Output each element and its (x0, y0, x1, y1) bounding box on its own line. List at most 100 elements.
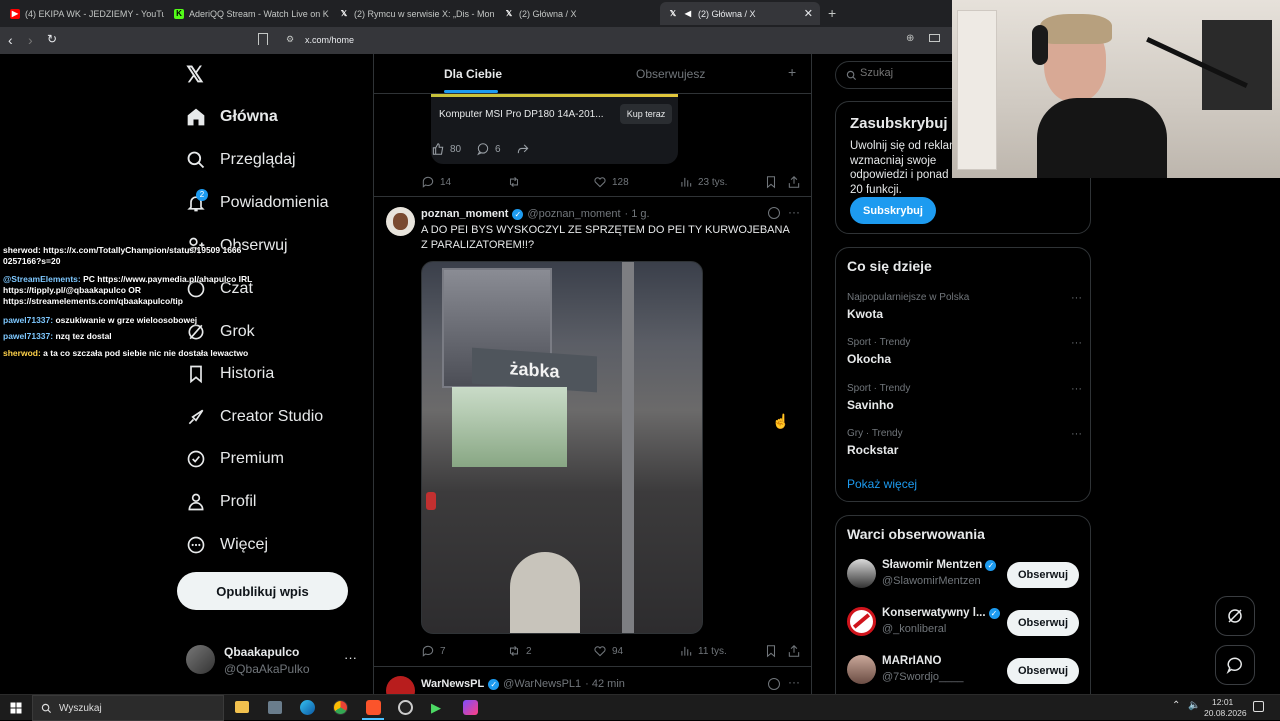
ad-card[interactable]: Komputer MSI Pro DP180 14A-201... Kup te… (431, 94, 678, 164)
follow-suggestion[interactable]: Sławomir Mentzen ✓ @SlawomirMentzen (847, 559, 1007, 589)
browser-tab-kick[interactable]: K AderiQQ Stream - Watch Live on Kick (166, 2, 329, 25)
subscribe-button[interactable]: Subskrybuj (850, 197, 936, 224)
repost-button[interactable]: 2 (507, 644, 532, 658)
browser-tab-x-rymcu[interactable]: 𝕏 (2) Rymcu w serwisie X: „Dis - Monst (331, 2, 494, 25)
sidebar-item-profile[interactable]: Profil (186, 492, 256, 512)
add-tab-icon[interactable]: + (788, 64, 796, 80)
app-icon[interactable] (463, 700, 478, 715)
notifications-icon[interactable] (1253, 701, 1264, 712)
trend-item[interactable]: Najpopularniejsze w Polska Kwota ··· (847, 292, 1082, 321)
back-icon[interactable]: ‹ (8, 32, 13, 48)
browser-tab-x-home-active[interactable]: 𝕏 ◀ (2) Główna / X ✕ (660, 2, 820, 25)
volume-icon[interactable]: 🔈 (1188, 700, 1200, 711)
trend-item[interactable]: Sport · Trendy Savinho ··· (847, 383, 1082, 412)
ad-comment-button[interactable]: 6 (476, 142, 501, 156)
browser-tab-youtube[interactable]: ▶ (4) EKIPA WK - JEDZIEMY - YouTube (2, 2, 164, 25)
grok-floating-button[interactable] (1215, 596, 1255, 636)
sidebar-item-notifications[interactable]: Powiadomienia 2 (186, 189, 329, 213)
trend-more-icon[interactable]: ··· (1071, 383, 1082, 395)
sidebar-item-label: Powiadomienia (220, 194, 329, 211)
ad-share-button[interactable] (516, 142, 530, 156)
messages-floating-button[interactable] (1215, 645, 1255, 685)
avatar (847, 655, 876, 684)
tab-following[interactable]: Obserwujesz (636, 67, 705, 81)
reply-count: 7 (440, 645, 446, 657)
trend-more-icon[interactable]: ··· (1071, 428, 1082, 440)
tab-for-you[interactable]: Dla Ciebie (444, 67, 502, 81)
follow-button[interactable]: Obserwuj (1007, 610, 1079, 636)
search-input[interactable] (860, 67, 960, 79)
post-author[interactable]: WarNewsPL ✓ @WarNewsPL1 · 42 min (421, 678, 625, 690)
sidebar-item-bookmarks[interactable]: Historia (186, 364, 274, 384)
post-video[interactable]: żabka (421, 261, 703, 634)
post-avatar[interactable] (386, 676, 415, 694)
chrome-icon[interactable] (333, 700, 348, 715)
suggestion-name-row: Konserwatywny l... ✓ (882, 607, 1000, 619)
site-info-icon[interactable]: ⚙ (286, 34, 294, 45)
post-more-icon[interactable]: ··· (788, 675, 800, 689)
follow-button[interactable]: Obserwuj (1007, 562, 1079, 588)
bookmark-star-icon[interactable] (258, 33, 268, 45)
youtube-icon: ▶ (10, 8, 20, 19)
forward-icon[interactable]: › (28, 32, 33, 48)
share-button[interactable] (787, 175, 801, 189)
post-button[interactable]: Opublikuj wpis (177, 572, 348, 610)
reply-button[interactable]: 14 (421, 175, 451, 189)
trend-item[interactable]: Sport · Trendy Okocha ··· (847, 337, 1082, 366)
ad-like-button[interactable]: 80 (431, 142, 461, 156)
views-button[interactable]: 23 tys. (679, 175, 727, 189)
obs-icon[interactable] (398, 700, 413, 715)
trend-item[interactable]: Gry · Trendy Rockstar ··· (847, 428, 1082, 457)
reply-button[interactable]: 7 (421, 644, 446, 658)
x-logo-icon[interactable]: 𝕏 (186, 62, 204, 88)
reload-icon[interactable]: ↻ (47, 32, 57, 46)
more-dots-icon[interactable]: ··· (344, 650, 357, 665)
repost-count: 2 (526, 645, 532, 657)
taskbar-search-label: Wyszukaj (59, 703, 102, 714)
follow-button[interactable]: Obserwuj (1007, 658, 1079, 684)
share-button[interactable] (787, 644, 801, 658)
url-field[interactable]: x.com/home (305, 35, 354, 45)
cast-icon[interactable] (929, 34, 940, 42)
repost-button[interactable] (507, 175, 521, 189)
tray-chevron-icon[interactable]: ⌃ (1172, 700, 1180, 711)
new-tab-button[interactable]: + (828, 5, 836, 21)
buy-now-button[interactable]: Kup teraz (620, 104, 672, 124)
follow-suggestion[interactable]: MARrIANO @7Swordjo____ (847, 655, 1007, 685)
bookmark-button[interactable] (764, 644, 778, 658)
clock-time[interactable]: 12:01 (1212, 697, 1233, 707)
sidebar-item-home[interactable]: Główna (186, 107, 278, 127)
taskbar-search[interactable]: Wyszukaj (32, 695, 224, 721)
bookmark-button[interactable] (764, 175, 778, 189)
file-explorer-icon[interactable] (235, 701, 249, 713)
sidebar-item-explore[interactable]: Przeglądaj (186, 150, 296, 170)
edge-icon[interactable] (300, 700, 315, 715)
account-switcher[interactable]: Qbaakapulco @QbaAkaPulko ··· (186, 645, 366, 679)
like-button[interactable]: 128 (593, 175, 629, 189)
follow-suggestion[interactable]: Konserwatywny l... ✓ @_konliberal (847, 607, 1007, 637)
app-icon[interactable] (268, 701, 282, 714)
sidebar-item-more[interactable]: Więcej (186, 535, 268, 555)
post-more-icon[interactable]: ··· (788, 205, 800, 219)
grok-action-icon[interactable] (768, 678, 780, 690)
trend-more-icon[interactable]: ··· (1071, 292, 1082, 304)
windows-start-icon[interactable] (10, 702, 22, 714)
media-player-icon[interactable]: ▶ (431, 700, 441, 716)
close-icon[interactable]: ✕ (804, 7, 813, 20)
like-button[interactable]: 94 (593, 644, 623, 658)
sidebar-item-creator-studio[interactable]: Creator Studio (186, 407, 323, 427)
browser-tab-x-home[interactable]: 𝕏 (2) Główna / X (496, 2, 659, 25)
sidebar-item-premium[interactable]: Premium (186, 449, 284, 469)
brave-icon[interactable] (366, 700, 381, 715)
reply-count: 14 (440, 176, 452, 188)
grok-action-icon[interactable] (768, 207, 780, 219)
post-author[interactable]: poznan_moment ✓ @poznan_moment · 1 g. (421, 208, 650, 220)
show-more-link[interactable]: Pokaż więcej (847, 477, 917, 491)
trend-more-icon[interactable]: ··· (1071, 337, 1082, 349)
suggestion-name: Sławomir Mentzen (882, 559, 983, 571)
post-divider (374, 196, 811, 197)
views-button[interactable]: 11 tys. (679, 644, 727, 658)
clock-date[interactable]: 20.08.2026 (1204, 708, 1247, 718)
zoom-icon[interactable]: ⊕ (906, 33, 914, 44)
post-avatar[interactable] (386, 207, 415, 236)
